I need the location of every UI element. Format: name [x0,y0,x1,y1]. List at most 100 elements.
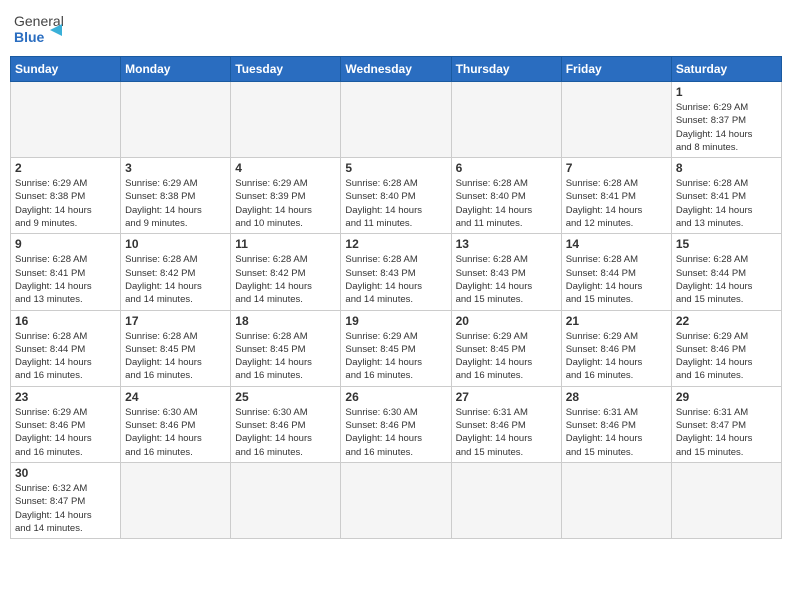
calendar-cell: 25Sunrise: 6:30 AM Sunset: 8:46 PM Dayli… [231,386,341,462]
day-info: Sunrise: 6:28 AM Sunset: 8:40 PM Dayligh… [345,177,446,230]
calendar-cell [451,462,561,538]
day-info: Sunrise: 6:29 AM Sunset: 8:45 PM Dayligh… [345,330,446,383]
day-info: Sunrise: 6:28 AM Sunset: 8:44 PM Dayligh… [566,253,667,306]
day-info: Sunrise: 6:28 AM Sunset: 8:41 PM Dayligh… [15,253,116,306]
day-header-sunday: Sunday [11,57,121,82]
calendar-cell [561,462,671,538]
day-info: Sunrise: 6:29 AM Sunset: 8:46 PM Dayligh… [676,330,777,383]
day-number: 30 [15,466,116,480]
day-info: Sunrise: 6:28 AM Sunset: 8:41 PM Dayligh… [566,177,667,230]
day-header-friday: Friday [561,57,671,82]
day-info: Sunrise: 6:29 AM Sunset: 8:45 PM Dayligh… [456,330,557,383]
day-info: Sunrise: 6:28 AM Sunset: 8:45 PM Dayligh… [235,330,336,383]
calendar-week-row: 30 Sunrise: 6:32 AM Sunset: 8:47 PM Dayli… [11,462,782,538]
day-number: 23 [15,390,116,404]
calendar-cell [341,462,451,538]
calendar-cell: 13 Sunrise: 6:28 AM Sunset: 8:43 PM Dayli… [451,234,561,310]
day-info: Sunrise: 6:29 AM Sunset: 8:39 PM Dayligh… [235,177,336,230]
day-number: 20 [456,314,557,328]
day-info: Sunrise: 6:29 AM Sunset: 8:37 PM Dayligh… [676,101,777,154]
calendar-table: SundayMondayTuesdayWednesdayThursdayFrid… [10,56,782,539]
calendar-cell: 2Sunrise: 6:29 AM Sunset: 8:38 PM Daylig… [11,158,121,234]
day-info: Sunrise: 6:28 AM Sunset: 8:45 PM Dayligh… [125,330,226,383]
day-number: 22 [676,314,777,328]
calendar-cell: 11 Sunrise: 6:28 AM Sunset: 8:42 PM Dayli… [231,234,341,310]
calendar-header-row: SundayMondayTuesdayWednesdayThursdayFrid… [11,57,782,82]
calendar-cell: 26 Sunrise: 6:30 AM Sunset: 8:46 PM Dayli… [341,386,451,462]
day-number: 25 [235,390,336,404]
calendar-cell [451,82,561,158]
day-info: Sunrise: 6:30 AM Sunset: 8:46 PM Dayligh… [125,406,226,459]
calendar-cell: 27 Sunrise: 6:31 AM Sunset: 8:46 PM Dayli… [451,386,561,462]
calendar-cell [561,82,671,158]
header: GeneralBlue [10,10,782,50]
calendar-cell: 20 Sunrise: 6:29 AM Sunset: 8:45 PM Dayli… [451,310,561,386]
logo: GeneralBlue [14,10,64,50]
calendar-cell [231,462,341,538]
day-info: Sunrise: 6:28 AM Sunset: 8:41 PM Dayligh… [676,177,777,230]
calendar-week-row: 1 Sunrise: 6:29 AM Sunset: 8:37 PM Daylig… [11,82,782,158]
calendar-cell [671,462,781,538]
day-info: Sunrise: 6:28 AM Sunset: 8:44 PM Dayligh… [15,330,116,383]
day-number: 11 [235,237,336,251]
calendar-cell: 18 Sunrise: 6:28 AM Sunset: 8:45 PM Dayli… [231,310,341,386]
day-number: 29 [676,390,777,404]
calendar-cell: 28 Sunrise: 6:31 AM Sunset: 8:46 PM Dayli… [561,386,671,462]
day-number: 2 [15,161,116,175]
day-number: 15 [676,237,777,251]
day-info: Sunrise: 6:28 AM Sunset: 8:43 PM Dayligh… [345,253,446,306]
general-blue-logo-icon: GeneralBlue [14,10,64,50]
day-number: 5 [345,161,446,175]
calendar-cell: 12 Sunrise: 6:28 AM Sunset: 8:43 PM Dayli… [341,234,451,310]
day-number: 6 [456,161,557,175]
svg-text:General: General [14,13,64,29]
day-number: 8 [676,161,777,175]
day-number: 28 [566,390,667,404]
day-info: Sunrise: 6:31 AM Sunset: 8:46 PM Dayligh… [566,406,667,459]
day-number: 12 [345,237,446,251]
day-info: Sunrise: 6:28 AM Sunset: 8:42 PM Dayligh… [235,253,336,306]
day-header-wednesday: Wednesday [341,57,451,82]
calendar-cell: 19Sunrise: 6:29 AM Sunset: 8:45 PM Dayli… [341,310,451,386]
calendar-cell: 14Sunrise: 6:28 AM Sunset: 8:44 PM Dayli… [561,234,671,310]
day-number: 24 [125,390,226,404]
day-number: 4 [235,161,336,175]
day-info: Sunrise: 6:29 AM Sunset: 8:46 PM Dayligh… [566,330,667,383]
day-number: 3 [125,161,226,175]
calendar-cell: 9 Sunrise: 6:28 AM Sunset: 8:41 PM Daylig… [11,234,121,310]
day-number: 18 [235,314,336,328]
calendar-cell: 1 Sunrise: 6:29 AM Sunset: 8:37 PM Daylig… [671,82,781,158]
calendar-week-row: 16Sunrise: 6:28 AM Sunset: 8:44 PM Dayli… [11,310,782,386]
day-number: 27 [456,390,557,404]
svg-text:Blue: Blue [14,29,45,45]
day-info: Sunrise: 6:28 AM Sunset: 8:40 PM Dayligh… [456,177,557,230]
day-info: Sunrise: 6:30 AM Sunset: 8:46 PM Dayligh… [345,406,446,459]
day-number: 21 [566,314,667,328]
calendar-cell: 8 Sunrise: 6:28 AM Sunset: 8:41 PM Daylig… [671,158,781,234]
day-info: Sunrise: 6:31 AM Sunset: 8:46 PM Dayligh… [456,406,557,459]
day-header-thursday: Thursday [451,57,561,82]
day-info: Sunrise: 6:29 AM Sunset: 8:46 PM Dayligh… [15,406,116,459]
day-info: Sunrise: 6:28 AM Sunset: 8:42 PM Dayligh… [125,253,226,306]
day-number: 9 [15,237,116,251]
day-info: Sunrise: 6:32 AM Sunset: 8:47 PM Dayligh… [15,482,116,535]
calendar-week-row: 2 Sunrise: 6:29 AM Sunset: 8:38 PM Daylig… [11,158,782,234]
calendar-cell [121,82,231,158]
day-number: 26 [345,390,446,404]
day-info: Sunrise: 6:28 AM Sunset: 8:43 PM Dayligh… [456,253,557,306]
calendar-cell [121,462,231,538]
day-header-tuesday: Tuesday [231,57,341,82]
calendar-cell: 23 Sunrise: 6:29 AM Sunset: 8:46 PM Dayli… [11,386,121,462]
day-number: 1 [676,85,777,99]
day-number: 10 [125,237,226,251]
calendar-week-row: 23 Sunrise: 6:29 AM Sunset: 8:46 PM Dayli… [11,386,782,462]
day-number: 13 [456,237,557,251]
day-info: Sunrise: 6:29 AM Sunset: 8:38 PM Dayligh… [125,177,226,230]
calendar-cell: 3 Sunrise: 6:29 AM Sunset: 8:38 PM Daylig… [121,158,231,234]
calendar-cell: 21 Sunrise: 6:29 AM Sunset: 8:46 PM Dayli… [561,310,671,386]
calendar-cell [231,82,341,158]
day-header-monday: Monday [121,57,231,82]
calendar-cell: 29Sunrise: 6:31 AM Sunset: 8:47 PM Dayli… [671,386,781,462]
calendar-cell: 24 Sunrise: 6:30 AM Sunset: 8:46 PM Dayli… [121,386,231,462]
calendar-cell: 7Sunrise: 6:28 AM Sunset: 8:41 PM Daylig… [561,158,671,234]
